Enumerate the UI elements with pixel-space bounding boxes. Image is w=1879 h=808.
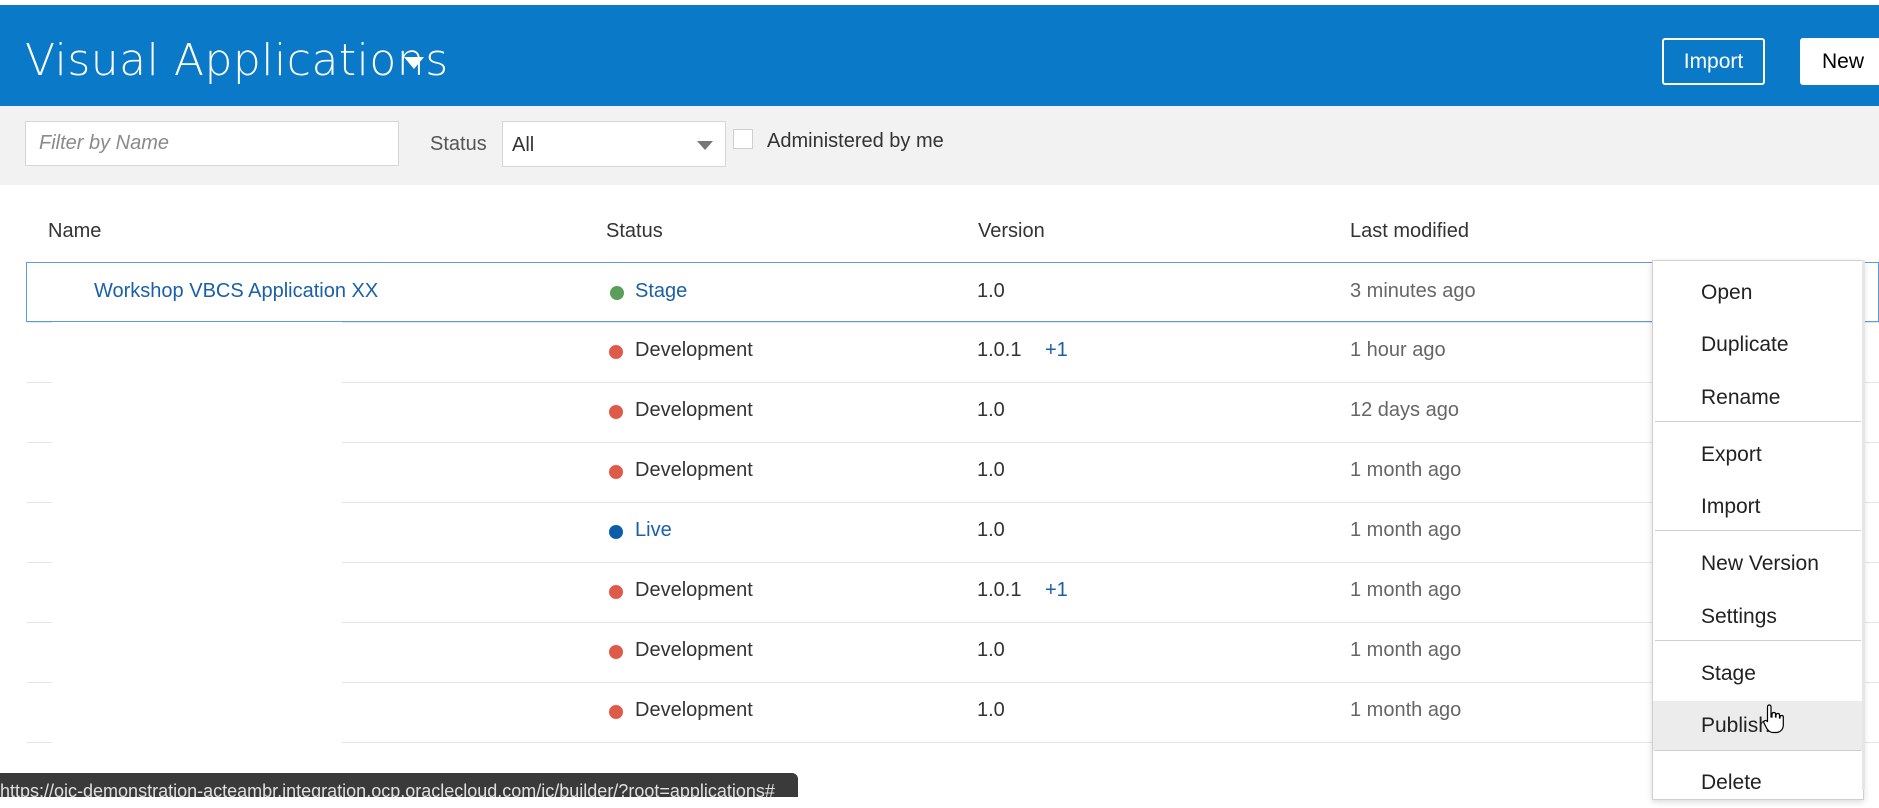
menu-separator <box>1655 421 1861 422</box>
menu-item-new-version[interactable]: New Version <box>1653 539 1863 589</box>
version-text: 1.0.1 <box>977 339 1022 361</box>
status-dot-icon <box>609 525 623 539</box>
status-select[interactable]: All <box>502 121 726 167</box>
last-modified-text: 3 minutes ago <box>1350 280 1476 302</box>
status-select-value: All <box>512 134 535 156</box>
page-title[interactable]: Visual Applications <box>25 35 449 86</box>
menu-item-label: Delete <box>1701 771 1762 794</box>
chevron-down-icon <box>697 141 713 150</box>
status-dot-icon <box>610 286 624 300</box>
menu-item-label: Duplicate <box>1701 333 1789 356</box>
administered-by-me-checkbox[interactable] <box>733 129 753 149</box>
status-dot-icon <box>609 645 623 659</box>
menu-separator <box>1655 530 1861 531</box>
new-button[interactable]: New <box>1800 38 1879 85</box>
menu-separator <box>1655 640 1861 641</box>
row-divider <box>27 742 1879 743</box>
context-menu: Open Duplicate Rename Export Import New Versi… <box>1652 260 1864 800</box>
menu-item-label: Open <box>1701 281 1753 304</box>
table-row[interactable]: Development 1.0.1 +1 1 month ago <box>27 562 1879 622</box>
column-header-status[interactable]: Status <box>606 220 663 243</box>
column-header-version[interactable]: Version <box>978 220 1045 243</box>
status-dot-icon <box>609 345 623 359</box>
status-text: Development <box>635 459 753 481</box>
last-modified-text: 1 hour ago <box>1350 339 1446 361</box>
status-dot-icon <box>609 585 623 599</box>
more-versions-link[interactable]: +1 <box>1045 339 1068 362</box>
menu-item-delete[interactable]: Delete <box>1653 758 1863 808</box>
last-modified-text: 1 month ago <box>1350 579 1462 601</box>
menu-item-import[interactable]: Import <box>1653 482 1863 532</box>
menu-item-label: Publish <box>1701 714 1770 737</box>
version-text: 1.0 <box>977 399 1005 421</box>
import-button[interactable]: Import <box>1662 38 1765 85</box>
status-dot-icon <box>609 705 623 719</box>
last-modified-text: 1 month ago <box>1350 459 1462 481</box>
menu-item-rename[interactable]: Rename <box>1653 373 1863 423</box>
menu-scrollbar[interactable] <box>1862 260 1865 790</box>
menu-item-stage[interactable]: Stage <box>1653 649 1863 699</box>
link-url-text: https://oic-demonstration-acteambr.integ… <box>0 781 775 797</box>
table-row[interactable]: Development 1.0 12 days ago <box>27 382 1879 442</box>
version-text: 1.0 <box>977 459 1005 481</box>
status-text: Development <box>635 339 753 361</box>
column-header-last-modified[interactable]: Last modified <box>1350 220 1469 243</box>
app-header: Visual Applications Import New <box>0 5 1879 106</box>
table-row[interactable]: Development 1.0 1 month ago <box>27 442 1879 502</box>
status-text: Development <box>635 579 753 601</box>
hand-cursor-icon <box>1763 704 1784 734</box>
version-text: 1.0 <box>977 639 1005 661</box>
table-row[interactable]: Development 1.0 1 month ago <box>27 682 1879 742</box>
application-name-link[interactable]: Workshop VBCS Application XX <box>94 280 378 303</box>
last-modified-text: 12 days ago <box>1350 399 1459 421</box>
status-text: Development <box>635 639 753 661</box>
menu-separator <box>1655 750 1861 751</box>
menu-item-label: Stage <box>1701 662 1756 685</box>
menu-item-open[interactable]: Open <box>1653 268 1863 318</box>
menu-item-duplicate[interactable]: Duplicate <box>1653 320 1863 370</box>
table-row[interactable]: Workshop VBCS Application XX Stage 1.0 3 mi… <box>26 262 1879 322</box>
status-text: Development <box>635 699 753 721</box>
menu-item-label: New Version <box>1701 552 1819 575</box>
caret-down-icon[interactable] <box>404 57 424 69</box>
version-text: 1.0 <box>977 280 1005 302</box>
status-filter-label: Status <box>430 133 487 155</box>
table-row[interactable]: Development 1.0.1 +1 1 hour ago <box>27 322 1879 382</box>
administered-by-me-label[interactable]: Administered by me <box>767 130 944 153</box>
menu-item-export[interactable]: Export <box>1653 430 1863 480</box>
filter-by-name-input[interactable] <box>25 121 399 166</box>
menu-item-publish[interactable]: Publish <box>1653 701 1863 751</box>
filter-bar: Status All Administered by me <box>0 106 1879 185</box>
menu-item-label: Rename <box>1701 386 1781 409</box>
menu-item-settings[interactable]: Settings <box>1653 592 1863 642</box>
status-text[interactable]: Stage <box>635 280 687 303</box>
status-dot-icon <box>609 405 623 419</box>
last-modified-text: 1 month ago <box>1350 699 1462 721</box>
table-row[interactable]: Live 1.0 1 month ago <box>27 502 1879 562</box>
menu-item-label: Export <box>1701 443 1762 466</box>
version-text: 1.0 <box>977 519 1005 541</box>
more-versions-link[interactable]: +1 <box>1045 579 1068 602</box>
status-text[interactable]: Live <box>635 519 672 542</box>
menu-item-label: Settings <box>1701 605 1777 628</box>
row-divider-gap <box>52 742 342 743</box>
version-text: 1.0.1 <box>977 579 1022 601</box>
version-text: 1.0 <box>977 699 1005 721</box>
menu-item-label: Import <box>1701 495 1761 518</box>
table-row[interactable]: Development 1.0 1 month ago <box>27 622 1879 682</box>
last-modified-text: 1 month ago <box>1350 639 1462 661</box>
link-url-statusbar: https://oic-demonstration-acteambr.integ… <box>0 773 798 797</box>
status-dot-icon <box>609 465 623 479</box>
status-text: Development <box>635 399 753 421</box>
last-modified-text: 1 month ago <box>1350 519 1462 541</box>
column-header-name[interactable]: Name <box>48 220 101 243</box>
